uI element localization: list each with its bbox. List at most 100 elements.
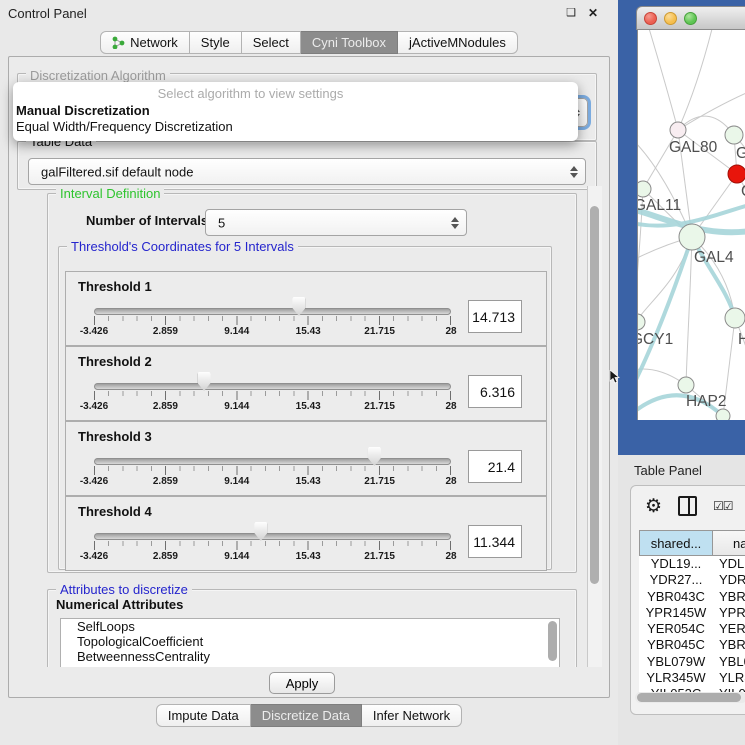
tab-label: Select: [253, 35, 289, 50]
desktop-background: GAL80 GA C GAL11 GAL4 GCY1 H HAP2: [618, 0, 745, 455]
cell-shared-name: YBL079W: [639, 654, 713, 670]
thresholds-group: Threshold's Coordinates for 5 Intervals …: [58, 246, 552, 570]
table-row[interactable]: YPR145WYPR1: [639, 605, 745, 621]
attribute-item[interactable]: TopologicalCoefficient: [61, 634, 559, 649]
popup-item-manual-discretization[interactable]: Manual Discretization: [15, 103, 233, 119]
tab-network[interactable]: Network: [100, 31, 190, 54]
combo-stepper-icon: [451, 217, 459, 229]
attribute-item[interactable]: BetweennessCentrality: [61, 649, 559, 664]
threshold-value-field[interactable]: 21.4: [468, 450, 522, 483]
tab-cyni-toolbox[interactable]: Cyni Toolbox: [301, 31, 398, 54]
popup-item-list: Manual DiscretizationEqual Width/Frequen…: [15, 103, 233, 135]
table-row[interactable]: YLR345WYLR3: [639, 670, 745, 686]
list-scrollbar[interactable]: [548, 621, 557, 661]
slider-track[interactable]: [94, 458, 451, 465]
cell-shared-name: YPR145W: [639, 605, 713, 621]
cell-shared-name: YLR345W: [639, 670, 713, 686]
cell-name: YDR2: [713, 572, 745, 588]
table-horizontal-scrollbar[interactable]: [635, 692, 745, 703]
attributes-group-title: Attributes to discretize: [56, 582, 192, 597]
network-node-selected: [728, 165, 745, 183]
network-canvas[interactable]: GAL80 GA C GAL11 GAL4 GCY1 H HAP2: [637, 30, 745, 420]
threshold-value-field[interactable]: 11.344: [468, 525, 522, 558]
network-nodes[interactable]: [638, 122, 745, 420]
table-row[interactable]: YBL079WYBL0: [639, 654, 745, 670]
table-data-selected-value: galFiltered.sif default node: [41, 164, 193, 179]
node-table: shared... name YDL19...YDL1YDR27...YDR2Y…: [639, 530, 745, 694]
combo-stepper-icon: [570, 166, 578, 178]
panel-vertical-scrollbar[interactable]: [587, 186, 602, 667]
control-panel-title: Control Panel: [8, 6, 87, 21]
scrollbar-thumb[interactable]: [590, 206, 599, 584]
network-node: [725, 126, 743, 144]
split-view-icon[interactable]: [678, 496, 697, 516]
cell-name: YBR0: [713, 589, 745, 605]
float-window-icon[interactable]: ❑: [566, 6, 576, 19]
traffic-light-close-icon[interactable]: [644, 12, 657, 25]
threshold-value-field[interactable]: 14.713: [468, 300, 522, 333]
tab-discretize-data[interactable]: Discretize Data: [251, 704, 362, 727]
traffic-light-zoom-icon[interactable]: [684, 12, 697, 25]
table-row[interactable]: YDL19...YDL1: [639, 556, 745, 572]
tab-label: Discretize Data: [262, 708, 350, 723]
tab-label: Infer Network: [373, 708, 450, 723]
tab-infer-network[interactable]: Infer Network: [362, 704, 462, 727]
threshold-slider[interactable]: -3.4262.8599.14415.4321.71528: [94, 422, 451, 495]
node-label: GAL11: [638, 197, 681, 214]
network-graph: GAL80 GA C GAL11 GAL4 GCY1 H HAP2: [638, 30, 745, 420]
tick-label: -3.426: [80, 401, 108, 412]
tab-label: Impute Data: [168, 708, 239, 723]
network-node: [678, 377, 694, 393]
attribute-item[interactable]: SelfLoops: [61, 619, 559, 634]
tab-label: Network: [130, 35, 178, 50]
cell-shared-name: YDL19...: [639, 556, 713, 572]
slider-major-ticks: [94, 316, 451, 325]
tab-style[interactable]: Style: [190, 31, 242, 54]
network-window-titlebar[interactable]: [636, 6, 745, 30]
traffic-light-minimize-icon[interactable]: [664, 12, 677, 25]
close-window-icon[interactable]: ✕: [588, 6, 598, 20]
popup-placeholder-item[interactable]: Select algorithm to view settings: [13, 86, 578, 101]
column-header-name[interactable]: name: [713, 530, 745, 556]
cell-name: YBL0: [713, 654, 745, 670]
number-of-intervals-select[interactable]: 5: [205, 209, 467, 236]
tab-impute-data[interactable]: Impute Data: [156, 704, 251, 727]
table-row[interactable]: YBR043CYBR0: [639, 589, 745, 605]
cell-name: YPR1: [713, 605, 745, 621]
tick-label: 9.144: [224, 551, 249, 562]
apply-button[interactable]: Apply: [269, 672, 335, 694]
node-label: GCY1: [638, 331, 673, 348]
slider-track[interactable]: [94, 533, 451, 540]
tick-label: 28: [445, 476, 456, 487]
threshold-slider[interactable]: -3.4262.8599.14415.4321.71528: [94, 272, 451, 345]
tick-label: -3.426: [80, 326, 108, 337]
algorithm-dropdown-popup: Select algorithm to view settings Manual…: [13, 82, 578, 141]
table-row[interactable]: YBR045CYBR0: [639, 637, 745, 653]
tab-label: jActiveMNodules: [409, 35, 506, 50]
table-row[interactable]: YER054CYER0: [639, 621, 745, 637]
table-row[interactable]: YDR27...YDR2: [639, 572, 745, 588]
tick-label: -3.426: [80, 551, 108, 562]
slider-track[interactable]: [94, 308, 451, 315]
select-columns-icon[interactable]: ☑☑: [713, 499, 733, 513]
tick-label: 15.43: [296, 326, 321, 337]
network-node: [638, 181, 651, 197]
table-data-select[interactable]: galFiltered.sif default node: [28, 158, 586, 185]
discretization-algorithm-group-title: Discretization Algorithm: [26, 68, 170, 83]
tick-label: 28: [445, 551, 456, 562]
tick-label: 15.43: [296, 401, 321, 412]
threshold-slider[interactable]: -3.4262.8599.14415.4321.71528: [94, 347, 451, 420]
popup-item-equal-width-frequency-discretization[interactable]: Equal Width/Frequency Discretization: [15, 119, 233, 135]
tab-jactivemnodules[interactable]: jActiveMNodules: [398, 31, 518, 54]
slider-track[interactable]: [94, 383, 451, 390]
threshold-3-box: Threshold 3-3.4262.8599.14415.4321.71528…: [65, 421, 547, 496]
scrollbar-thumb[interactable]: [637, 693, 741, 702]
network-node: [670, 122, 686, 138]
threshold-slider[interactable]: -3.4262.8599.14415.4321.71528: [94, 497, 451, 570]
column-header-shared-name[interactable]: shared...: [639, 530, 713, 556]
threshold-value-field[interactable]: 6.316: [468, 375, 522, 408]
tab-label: Style: [201, 35, 230, 50]
numerical-attributes-list[interactable]: SelfLoopsTopologicalCoefficientBetweenne…: [60, 618, 560, 667]
tab-select[interactable]: Select: [242, 31, 301, 54]
gear-icon[interactable]: ⚙: [645, 497, 662, 516]
